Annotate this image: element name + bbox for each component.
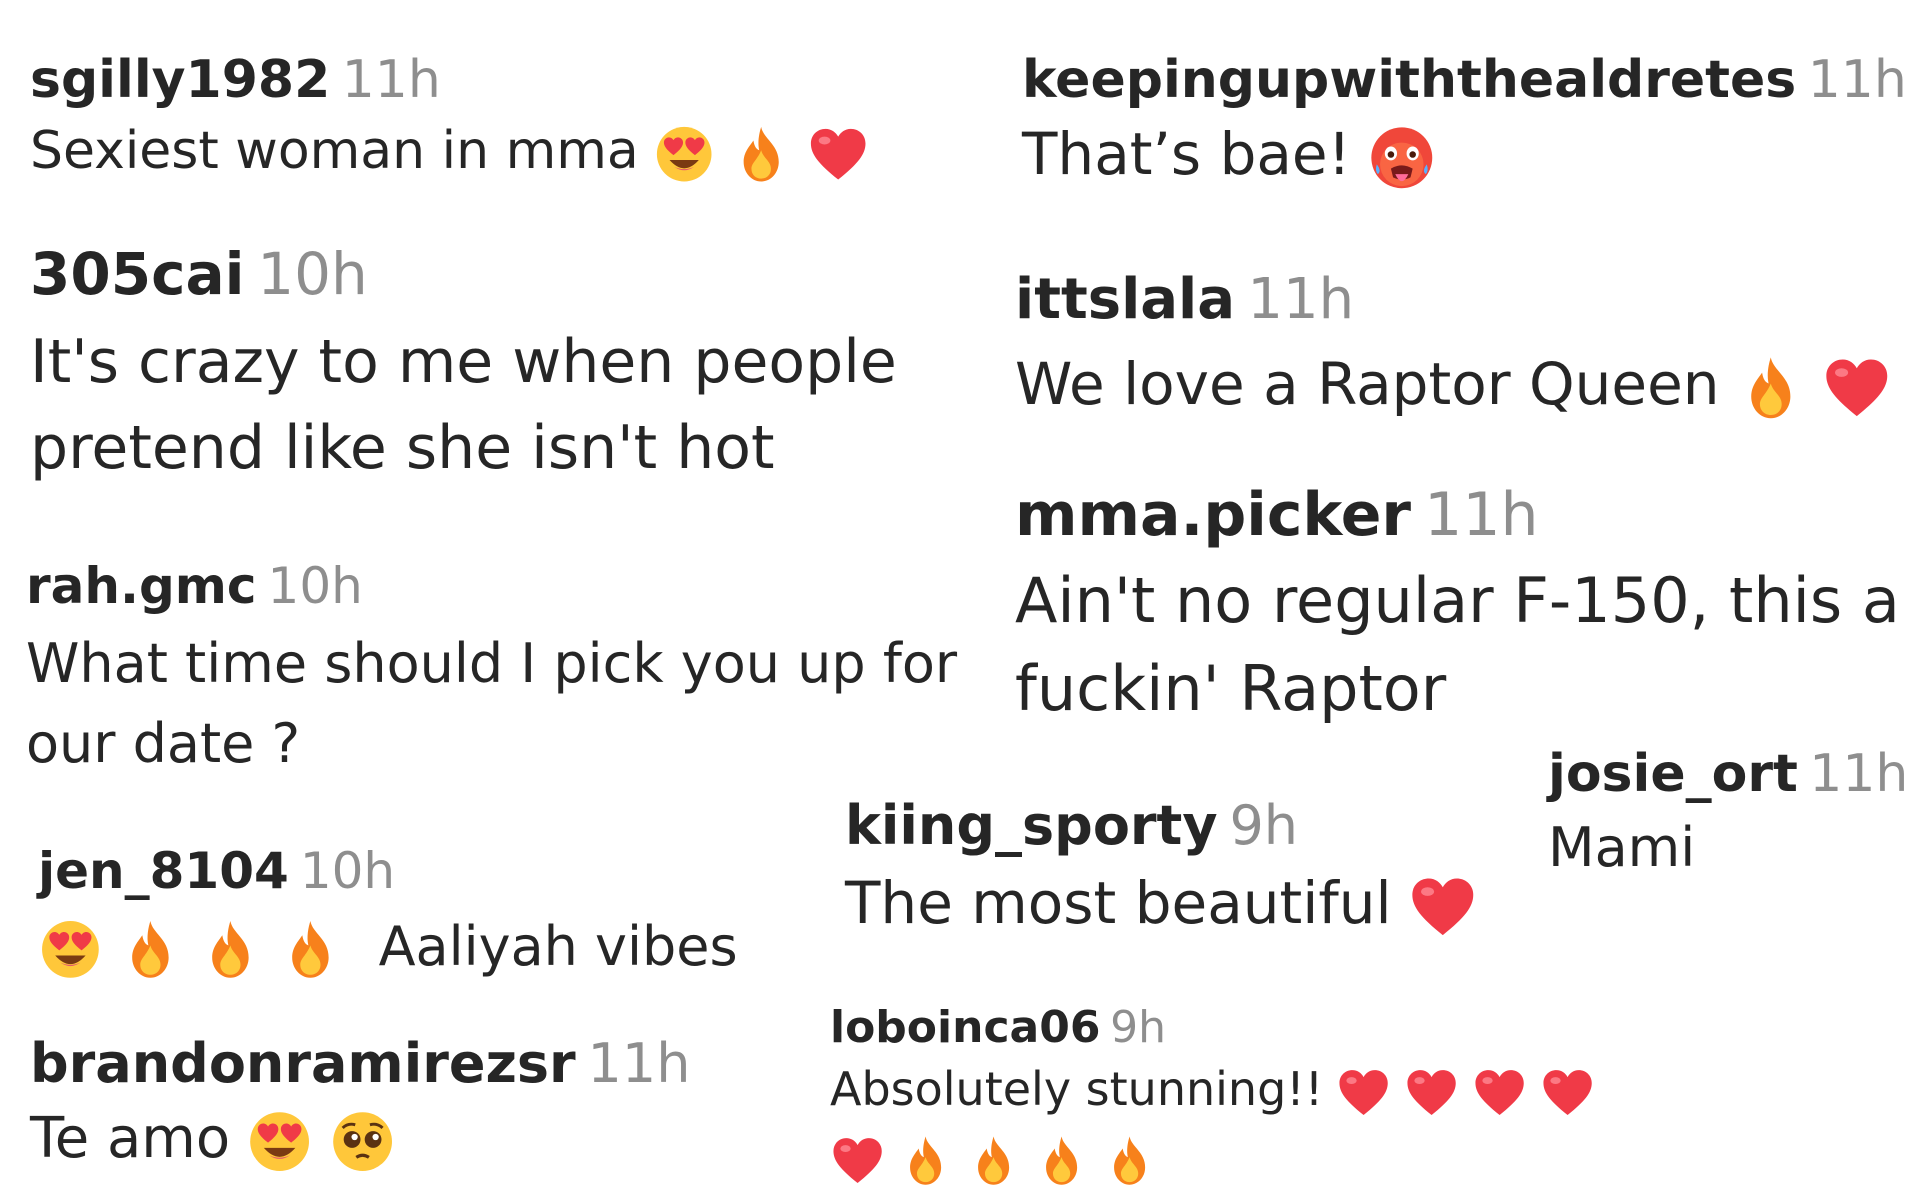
comment-keepingupwiththealdretes: keepingupwiththealdretes 11h That’s bae!: [1022, 48, 1907, 195]
timestamp[interactable]: 10h: [300, 842, 395, 900]
comment-body: Sexiest woman in mma: [30, 121, 639, 181]
timestamp[interactable]: 11h: [588, 1032, 691, 1095]
username-link[interactable]: brandonramirezsr: [30, 1032, 576, 1095]
heart-eyes-icon: [653, 123, 715, 185]
fire-icon: [278, 917, 343, 982]
comment-body: Aaliyah vibes: [378, 914, 738, 978]
comment-header: loboinca06 9h: [830, 1000, 1595, 1055]
heart-eyes-icon: [38, 917, 103, 982]
comment-body: We love a Raptor Queen: [1015, 350, 1720, 418]
comment-text: Sexiest woman in mma: [30, 113, 870, 189]
comment-josie-ort: josie_ort 11h Mami: [1548, 742, 1908, 889]
comment-body: That’s bae!: [1022, 120, 1351, 188]
comment-text: That’s bae!: [1022, 113, 1907, 195]
comment-body: It's crazy to me when people pretend lik…: [30, 326, 897, 483]
comment-header: mma.picker 11h: [1015, 478, 1920, 553]
comment-mma-picker: mma.picker 11h Ain't no regular F-150, th…: [1015, 478, 1920, 733]
red-heart-icon: [830, 1133, 885, 1188]
timestamp[interactable]: 11h: [1809, 744, 1908, 804]
comment-305cai: 305cai 10h It's crazy to me when people p…: [30, 238, 930, 491]
comment-header: sgilly1982 11h: [30, 48, 870, 113]
fire-icon: [730, 123, 792, 185]
timestamp[interactable]: 11h: [1424, 480, 1538, 550]
fire-icon: [1736, 353, 1806, 423]
heart-eyes-icon: [246, 1108, 313, 1175]
username-link[interactable]: ittslala: [1015, 267, 1235, 332]
username-link[interactable]: 305cai: [30, 240, 244, 308]
comment-ittslala: ittslala 11h We love a Raptor Queen: [1015, 265, 1891, 429]
username-link[interactable]: keepingupwiththealdretes: [1022, 50, 1796, 110]
username-link[interactable]: loboinca06: [830, 1002, 1100, 1053]
comment-brandonramirezsr: brandonramirezsr 11h Te amo: [30, 1030, 690, 1180]
comment-header: 305cai 10h: [30, 238, 930, 311]
red-heart-icon: [1540, 1065, 1595, 1120]
comment-loboinca06: loboinca06 9h Absolutely stunning!!: [830, 1000, 1595, 1191]
timestamp[interactable]: 9h: [1229, 794, 1298, 857]
comment-text: We love a Raptor Queen: [1015, 339, 1891, 429]
comment-header: jen_8104 10h: [38, 840, 738, 903]
comment-body: Ain't no regular F-150, this a fuckin' R…: [1015, 564, 1900, 725]
username-link[interactable]: jen_8104: [38, 842, 289, 900]
timestamp[interactable]: 10h: [268, 557, 363, 615]
comment-header: brandonramirezsr 11h: [30, 1030, 690, 1098]
timestamp[interactable]: 10h: [257, 240, 368, 308]
comment-body: Absolutely stunning!!: [830, 1062, 1324, 1116]
comment-header: keepingupwiththealdretes 11h: [1022, 48, 1907, 113]
comment-body: Te amo: [30, 1105, 231, 1171]
comment-kiing-sporty: kiing_sporty 9h The most beautiful: [845, 792, 1477, 946]
hot-face-icon: [1367, 123, 1437, 193]
username-link[interactable]: josie_ort: [1548, 744, 1798, 804]
pleading-face-icon: [329, 1108, 396, 1175]
comment-text-line-2: [830, 1123, 1595, 1191]
red-heart-icon: [1336, 1065, 1391, 1120]
comment-header: ittslala 11h: [1015, 265, 1891, 335]
comment-text: Te amo: [30, 1098, 690, 1180]
comment-body: Mami: [1548, 816, 1696, 879]
username-link[interactable]: kiing_sporty: [845, 794, 1218, 857]
comment-body: The most beautiful: [845, 868, 1392, 937]
red-heart-icon: [807, 123, 869, 185]
comment-jen-8104: jen_8104 10h Aaliyah vibes: [38, 840, 738, 987]
comment-body: What time should I pick you up for our d…: [26, 631, 958, 775]
comment-header: josie_ort 11h: [1548, 742, 1908, 807]
red-heart-icon: [1408, 872, 1478, 942]
fire-icon: [966, 1133, 1021, 1188]
fire-icon: [1034, 1133, 1089, 1188]
comment-rah-gmc: rah.gmc 10h What time should I pick you u…: [26, 555, 966, 784]
comment-text: The most beautiful: [845, 860, 1477, 946]
timestamp[interactable]: 11h: [342, 50, 441, 110]
red-heart-icon: [1822, 353, 1892, 423]
comment-header: rah.gmc 10h: [26, 555, 966, 618]
red-heart-icon: [1472, 1065, 1527, 1120]
comment-text: Absolutely stunning!!: [830, 1055, 1595, 1123]
fire-icon: [118, 917, 183, 982]
comment-text: Aaliyah vibes: [38, 907, 738, 987]
fire-icon: [898, 1133, 953, 1188]
fire-icon: [198, 917, 263, 982]
timestamp[interactable]: 9h: [1110, 1002, 1166, 1053]
timestamp[interactable]: 11h: [1808, 50, 1907, 110]
username-link[interactable]: rah.gmc: [26, 557, 257, 615]
comment-header: kiing_sporty 9h: [845, 792, 1477, 860]
red-heart-icon: [1404, 1065, 1459, 1120]
fire-icon: [1102, 1133, 1157, 1188]
username-link[interactable]: mma.picker: [1015, 480, 1411, 550]
username-link[interactable]: sgilly1982: [30, 50, 330, 110]
comment-sgilly1982: sgilly1982 11h Sexiest woman in mma: [30, 48, 870, 189]
timestamp[interactable]: 11h: [1247, 267, 1354, 332]
